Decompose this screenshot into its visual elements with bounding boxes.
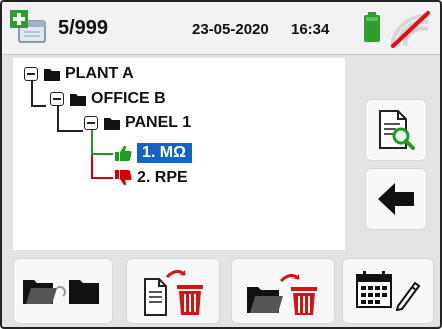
tree-connector [91,153,113,155]
no-wireless-icon [390,11,430,48]
time-readout: 16:34 [291,21,330,38]
measurement-tree: PLANT A OFFICE B PANEL 1 1. MΩ 2. RPE [13,58,345,250]
folder-icon [44,68,60,81]
tree-node-office[interactable]: OFFICE B [50,89,166,109]
delete-measurement-button[interactable] [126,258,220,324]
document-delete-icon [144,270,203,316]
tree-node-panel[interactable]: PANEL 1 [84,113,191,133]
tree-connector [31,105,46,107]
sd-memory-icon [10,10,46,43]
calendar-edit-icon [356,271,421,311]
thumbs-down-icon [115,170,132,186]
tree-connector [31,80,33,107]
tree-node-label: PLANT A [65,65,134,82]
arrow-left-icon [378,183,414,215]
tree-node-measurement-1[interactable]: 1. MΩ [115,143,192,163]
delete-folder-button[interactable] [231,258,335,324]
instrument-screen: 5/999 23-05-2020 16:34 PLANT A OFFICE B … [0,0,442,329]
tree-connector [57,130,83,132]
tree-connector [91,130,93,154]
tree-connector [91,177,113,179]
tree-node-label: OFFICE B [91,90,166,107]
tree-node-label: PANEL 1 [125,114,192,131]
folder-icon [104,117,120,130]
tree-node-label-selected: 1. MΩ [137,143,192,163]
back-button[interactable] [365,168,427,230]
folder-delete-icon [247,274,317,315]
tree-connector [91,155,93,179]
memory-counter: 5/999 [58,17,109,39]
folder-icon [70,93,86,106]
collapse-toggle[interactable] [84,116,98,130]
collapse-toggle[interactable] [24,67,38,81]
status-bar: 5/999 23-05-2020 16:34 [2,2,440,55]
folder-move-icon [23,280,99,304]
collapse-toggle[interactable] [50,92,64,106]
edit-calendar-button[interactable] [342,258,434,324]
view-measurement-button[interactable] [365,99,427,161]
battery-icon [364,12,380,42]
date-readout: 23-05-2020 [192,21,269,38]
move-folder-button[interactable] [13,258,113,324]
thumbs-up-icon [115,145,132,161]
tree-connector [57,105,59,132]
tree-node-measurement-2[interactable]: 2. RPE [115,168,188,188]
document-search-icon [379,110,415,150]
tree-node-plant[interactable]: PLANT A [24,64,134,84]
tree-node-label: 2. RPE [137,169,188,186]
